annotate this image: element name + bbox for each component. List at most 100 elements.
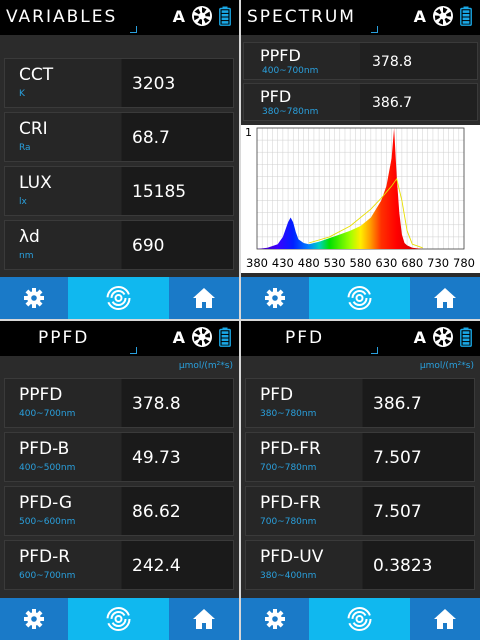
settings-button[interactable] (241, 277, 309, 319)
settings-button[interactable] (0, 598, 68, 640)
battery-icon (219, 6, 231, 26)
panel-title: SPECTRUM (247, 7, 356, 27)
row-label: PPFD (19, 385, 63, 405)
shutter-icon[interactable] (191, 326, 213, 348)
settings-button[interactable] (0, 277, 68, 319)
gear-icon (24, 288, 44, 308)
home-button[interactable] (410, 598, 480, 640)
row-label: CCT (19, 65, 54, 85)
row-value: 386.7 (372, 95, 413, 111)
gear-icon (265, 609, 285, 629)
auto-mode-icon[interactable]: A (173, 328, 185, 347)
y-tick-label: 1 (245, 126, 252, 139)
row-unit: 700~780nm (260, 463, 317, 473)
panel-title: VARIABLES (6, 7, 118, 27)
row-label: PPFD (260, 46, 301, 65)
panel-header: VARIABLES A (0, 0, 239, 35)
list-item: PFD-G 500~600nm 86.62 (4, 486, 234, 536)
list-item: PFD-FR 700~780nm 7.507 (245, 486, 475, 536)
x-tick-label: 780 (453, 256, 475, 270)
unit-label: μmol/(m²*s) (419, 361, 474, 371)
variables-panel: VARIABLES A CCT K 3203 CRI Ra 68.7 LUX lx 1… (0, 0, 239, 319)
list-item: PPFD 400~700nm 378.8 (4, 378, 234, 428)
shutter-icon[interactable] (191, 5, 213, 27)
row-label: PFD-B (19, 439, 70, 459)
panel-header: SPECTRUM A (241, 0, 480, 35)
row-unit: nm (19, 251, 34, 261)
row-label: LUX (19, 173, 52, 193)
home-icon (410, 287, 480, 309)
row-unit: 600~700nm (19, 571, 76, 581)
scan-button[interactable] (68, 277, 169, 319)
list-item: PFD 380~780nm 386.7 (245, 378, 475, 428)
row-value: 7.507 (363, 487, 474, 535)
row-unit: K (19, 89, 25, 99)
gear-icon (265, 288, 285, 308)
gear-icon (24, 609, 44, 629)
row-unit: 380~780nm (262, 107, 319, 117)
scan-button[interactable] (68, 598, 169, 640)
shutter-icon[interactable] (432, 326, 454, 348)
pfd-panel: PFD A μmol/(m²*s) PFD 380~780nm 386.7 PFD… (241, 321, 480, 640)
row-value: 86.62 (122, 487, 233, 535)
list-item: PFD-UV 380~400nm 0.3823 (245, 540, 475, 590)
list-item: CRI Ra 68.7 (4, 112, 234, 162)
home-icon (169, 287, 239, 309)
x-tick-label: 380 (246, 256, 268, 270)
scan-icon (68, 606, 169, 632)
row-unit: 380~400nm (260, 571, 317, 581)
x-tick-label: 480 (298, 256, 320, 270)
row-unit: 400~500nm (19, 463, 76, 473)
panel-title: PFD (285, 328, 325, 348)
shutter-icon[interactable] (432, 5, 454, 27)
settings-button[interactable] (241, 598, 309, 640)
x-tick-label: 730 (427, 256, 449, 270)
home-button[interactable] (410, 277, 480, 319)
home-icon (169, 608, 239, 630)
auto-mode-icon[interactable]: A (173, 7, 185, 26)
row-unit: Ra (19, 143, 31, 153)
pfd-list: PFD 380~780nm 386.7 PFD-FR 700~780nm 7.507… (245, 378, 475, 594)
battery-icon (219, 327, 231, 347)
row-label: PFD-G (19, 493, 73, 513)
scan-icon (68, 285, 169, 311)
list-item: PFD-R 600~700nm 242.4 (4, 540, 234, 590)
home-icon (410, 608, 480, 630)
ppfd-panel: PPFD A μmol/(m²*s) PPFD 400~700nm 378.8 P… (0, 321, 239, 640)
title-bracket (130, 347, 137, 354)
spectrum-chart: 1 380 430 480 530 580 630 680 730 780 (241, 125, 480, 273)
row-value: 242.4 (122, 541, 233, 589)
row-unit: lx (19, 197, 27, 207)
home-button[interactable] (169, 277, 239, 319)
panel-title: PPFD (38, 328, 90, 348)
row-label: PFD-R (19, 547, 71, 567)
list-item: PFD-FR 700~780nm 7.507 (245, 432, 475, 482)
panel-header: PPFD A (0, 321, 239, 356)
row-value: 0.3823 (363, 541, 474, 589)
list-item: CCT K 3203 (4, 58, 234, 108)
row-label: CRI (19, 119, 48, 139)
row-value: 68.7 (122, 113, 233, 161)
x-tick-label: 630 (375, 256, 397, 270)
spectrum-summary-list: PPFD 400~700nm 378.8 PFD 380~780nm 386.7 (243, 42, 478, 124)
row-unit: 400~700nm (19, 409, 76, 419)
bottom-nav (0, 598, 239, 640)
x-tick-label: 680 (401, 256, 423, 270)
row-unit: 700~780nm (260, 517, 317, 527)
x-tick-label: 530 (324, 256, 346, 270)
x-tick-label: 430 (272, 256, 294, 270)
scan-button[interactable] (309, 277, 410, 319)
bottom-nav (241, 277, 480, 319)
row-unit: 500~600nm (19, 517, 76, 527)
row-value: 378.8 (122, 379, 233, 427)
auto-mode-icon[interactable]: A (414, 7, 426, 26)
list-item: PFD 380~780nm 386.7 (243, 83, 478, 121)
row-label: PFD-FR (260, 493, 321, 513)
scan-button[interactable] (309, 598, 410, 640)
auto-mode-icon[interactable]: A (414, 328, 426, 347)
home-button[interactable] (169, 598, 239, 640)
list-item: λd nm 690 (4, 220, 234, 270)
list-item: LUX lx 15185 (4, 166, 234, 216)
row-value: 690 (122, 221, 233, 269)
bottom-nav (0, 277, 239, 319)
